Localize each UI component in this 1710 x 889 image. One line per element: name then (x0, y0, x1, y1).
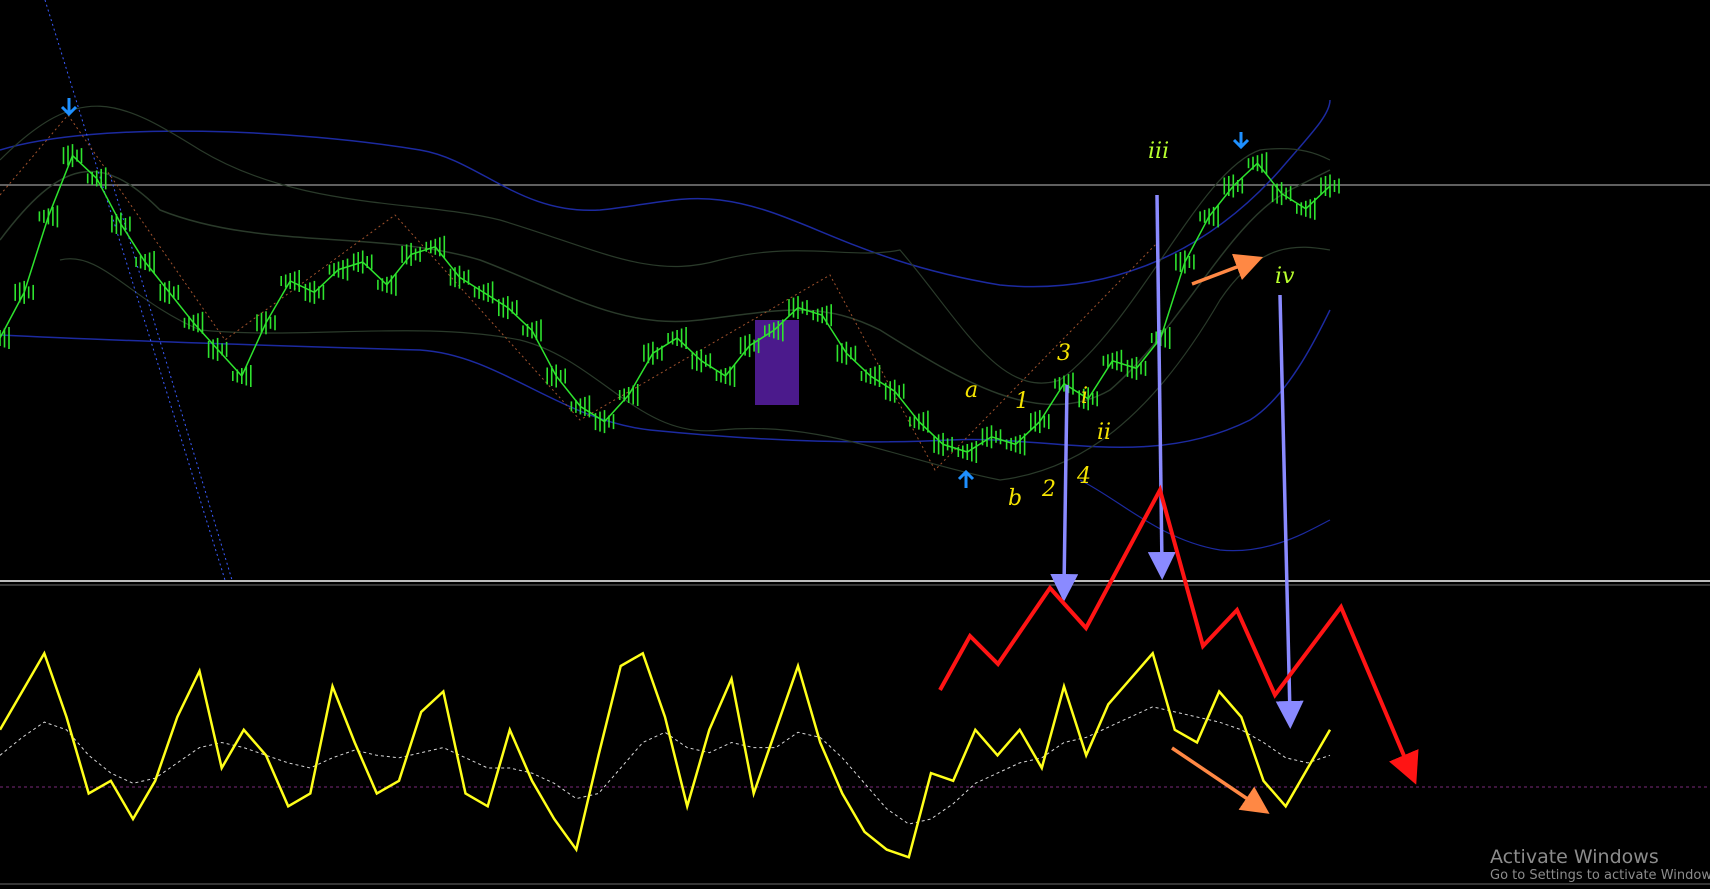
wave-label-2: 2 (1041, 477, 1056, 502)
wave-label-4: 4 (1076, 464, 1091, 489)
wave-label-b: b (1008, 486, 1022, 511)
highlight-box (755, 320, 799, 405)
oscillator-main-line (0, 650, 1332, 859)
blue-arrow-2 (1147, 194, 1176, 580)
oscillator-signal-line (0, 706, 1331, 825)
wave-label-iv: iv (1275, 264, 1295, 289)
bollinger-lower-band (0, 309, 1331, 449)
bollinger-lower-band-two (1079, 479, 1331, 552)
wave-label-3: 3 (1057, 341, 1071, 366)
down-arrow-marker-left (60, 98, 78, 117)
activate-windows-subtitle: Go to Settings to activate Windows. (1490, 868, 1710, 883)
blue-arrow-1 (1050, 384, 1079, 602)
bollinger-upper-band (0, 99, 1331, 288)
down-arrow-marker-right (1232, 132, 1250, 150)
wave-label-iii: iii (1148, 139, 1169, 164)
wave-label-ii: ii (1097, 420, 1111, 445)
orange-arrow-oscillator (1171, 746, 1270, 814)
blue-arrow-3 (1275, 294, 1304, 729)
bollinger-upper-band-inner (0, 105, 1331, 384)
activate-windows-title: Activate Windows (1490, 846, 1659, 868)
wave-label-i: i (1081, 384, 1088, 409)
trend-line-dashed-a (44, 0, 226, 581)
wave-label-a: a (965, 378, 978, 403)
price-candles (0, 144, 1340, 463)
trading-chart: a b 1 2 3 4 i ii iii iv (0, 0, 1710, 885)
activate-windows-watermark: Activate Windows Go to Settings to activ… (1490, 846, 1710, 884)
bollinger-middle-band (0, 169, 1331, 406)
wave-label-1: 1 (1015, 389, 1029, 414)
up-arrow-marker (957, 469, 975, 488)
